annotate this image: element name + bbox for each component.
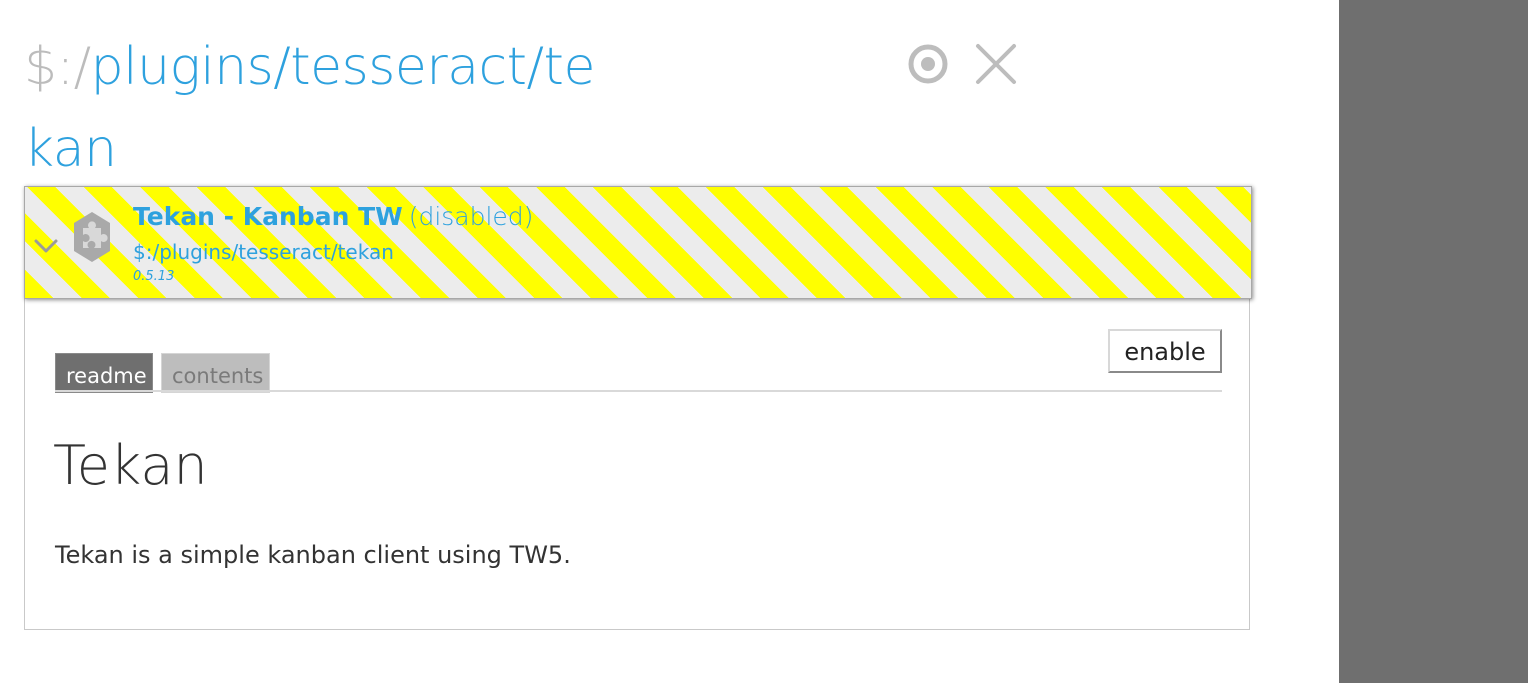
chevron-down-icon[interactable] [33, 237, 59, 255]
close-icon [976, 44, 1016, 84]
plugin-panel: Tekan - Kanban TW (disabled) $:/plugins/t… [24, 186, 1252, 630]
plugin-path: $:/plugins/tesseract/tekan [133, 240, 394, 264]
plugin-version: 0.5.13 [133, 269, 175, 284]
target-button[interactable] [904, 40, 952, 88]
title-prefix: $:/ [24, 37, 91, 97]
puzzle-piece-icon [74, 212, 110, 262]
readme-text: Tekan is a simple kanban client using TW… [55, 541, 571, 569]
plugin-name: Tekan - Kanban TW [133, 202, 403, 231]
enable-button[interactable]: enable [1108, 329, 1222, 373]
page: $:/plugins/tesseract/tekan Tekan - Kanba… [0, 0, 1528, 683]
plugin-header[interactable]: Tekan - Kanban TW (disabled) $:/plugins/t… [24, 186, 1252, 299]
title-rest: plugins/tesseract/tekan [24, 37, 595, 179]
readme-heading: Tekan [53, 434, 208, 497]
tiddler-title: $:/plugins/tesseract/tekan [24, 26, 624, 190]
target-icon [908, 44, 948, 84]
close-button[interactable] [972, 40, 1020, 88]
tiddler-controls [904, 40, 1034, 90]
tab-readme[interactable]: readme [55, 353, 153, 393]
tab-contents[interactable]: contents [161, 353, 270, 393]
plugin-status: (disabled) [408, 202, 534, 231]
tab-divider [55, 390, 1222, 392]
sidebar [1339, 0, 1528, 683]
plugin-title-line: Tekan - Kanban TW (disabled) [133, 202, 533, 231]
